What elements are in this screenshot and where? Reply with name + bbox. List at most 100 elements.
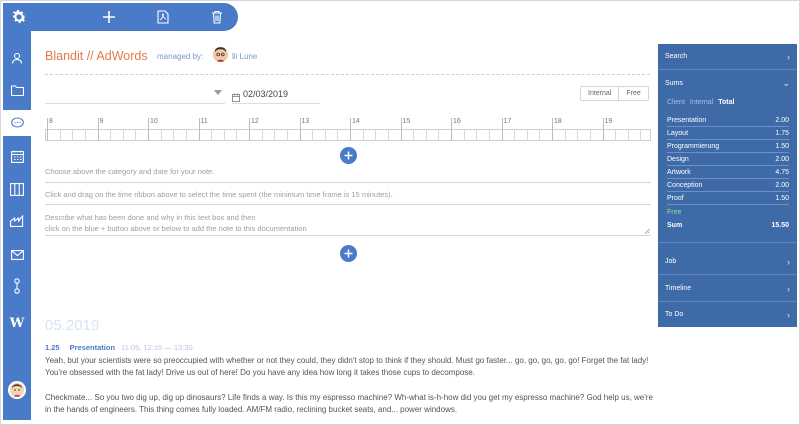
quarter-tick[interactable] [160,129,162,141]
header-divider [45,74,650,75]
todo-section[interactable]: To Do › [658,302,797,328]
entry-hours: 1.25 [45,343,60,352]
folder-icon[interactable] [3,77,31,103]
hour-label: 10 [150,118,158,125]
quarter-tick[interactable] [84,129,86,141]
hour-tick [97,118,99,141]
quarter-tick[interactable] [375,129,377,141]
hour-tick [299,118,301,141]
manager-avatar[interactable] [213,47,228,62]
filter-client[interactable]: Client [667,99,685,106]
quarter-tick[interactable] [589,129,591,141]
add-icon[interactable] [95,3,123,31]
internal-option[interactable]: Internal [581,87,618,100]
time-ribbon[interactable]: 8 9 10 11 12 13 14 15 16 17 18 19 [45,118,651,141]
resize-handle-icon[interactable] [644,228,650,234]
quarter-tick[interactable] [577,129,579,141]
quarter-tick[interactable] [72,129,74,141]
hour-tick [451,118,452,141]
sum-row-value: 2.00 [775,156,789,163]
filter-total[interactable]: Total [718,99,734,106]
quarter-tick[interactable] [413,129,415,141]
quarter-tick[interactable] [514,129,516,141]
description-placeholder-2[interactable]: click on the blue + button above or belo… [45,224,307,233]
entry-category: Presentation [69,343,116,352]
sum-row-total: Sum 15.50 [667,220,789,232]
manager-name[interactable]: lli Lune [232,52,257,61]
quarter-tick[interactable] [135,129,137,141]
hour-tick [198,118,200,141]
factory-icon[interactable] [3,208,31,234]
free-option[interactable]: Free [618,87,647,100]
pdf-icon[interactable] [149,3,177,31]
sum-row: Proof 1.50 [667,193,789,205]
hour-tick [47,118,48,141]
hour-tick [249,118,250,141]
quarter-tick[interactable] [387,129,389,141]
quarter-tick[interactable] [425,129,427,141]
sum-row-name: Artwork [667,169,691,176]
category-select[interactable] [45,103,225,104]
quarter-tick[interactable] [261,129,263,141]
quarter-tick[interactable] [438,129,440,141]
quarter-tick[interactable] [185,129,187,141]
quarter-tick[interactable] [110,129,112,141]
quarter-tick[interactable] [615,129,617,141]
calendar-icon[interactable] [3,143,31,169]
quarter-tick[interactable] [463,129,465,141]
job-section[interactable]: Job › [658,249,797,275]
sums-section: Sums ⌄ Client Internal Total Presentation 2… [658,71,797,243]
wiki-icon[interactable]: W [3,310,31,336]
user-icon[interactable] [3,45,31,71]
add-note-button-bottom[interactable] [340,245,357,262]
timeline-section[interactable]: Timeline › [658,276,797,302]
sum-row: Programmierung 1.50 [667,141,789,153]
sums-label[interactable]: Sums [665,80,683,87]
quarter-tick[interactable] [59,129,61,141]
quarter-tick[interactable] [286,129,288,141]
quarter-tick[interactable] [211,129,213,141]
quarter-tick[interactable] [488,129,490,141]
quarter-tick[interactable] [564,129,566,141]
quarter-tick[interactable] [173,129,175,141]
date-underline [232,103,320,104]
visibility-toggle: Internal Free [580,86,649,101]
entry-time: 11.05, 12:15 — 13:30 [121,343,193,352]
quarter-tick[interactable] [476,129,478,141]
hint-category: Choose above the category and date for y… [45,167,215,176]
hint-divider [45,204,651,205]
settings-icon[interactable] [5,3,33,31]
trash-icon[interactable] [203,3,231,31]
hour-label: 8 [49,118,53,125]
hour-tick [552,118,553,141]
sum-row: Conception 2.00 [667,180,789,192]
columns-icon[interactable] [3,176,31,202]
description-placeholder-1[interactable]: Describe what has been done and why in t… [45,213,256,222]
chat-icon[interactable] [3,110,31,136]
sum-row-name: Presentation [667,117,707,124]
quarter-tick[interactable] [236,129,238,141]
search-section[interactable]: Search › [658,44,797,70]
avatar[interactable] [8,381,26,399]
chevron-down-icon[interactable]: ⌄ [782,78,790,89]
todo-label: To Do [665,311,684,318]
quarter-tick[interactable] [526,129,528,141]
mail-icon[interactable] [3,242,31,268]
filter-internal[interactable]: Internal [690,99,713,106]
add-note-button-top[interactable] [340,147,357,164]
date-input[interactable]: 02/03/2019 [243,89,288,99]
quarter-tick[interactable] [337,129,339,141]
quarter-tick[interactable] [324,129,326,141]
quarter-tick[interactable] [640,129,642,141]
quarter-tick[interactable] [223,129,225,141]
quarter-tick[interactable] [122,129,124,141]
quarter-tick[interactable] [312,129,314,141]
chevron-down-icon[interactable] [214,90,222,95]
entry-text-2: Checkmate... So you two dig up, dig up d… [45,393,653,414]
quarter-tick[interactable] [627,129,629,141]
hour-label: 18 [554,118,562,125]
workflow-icon[interactable] [3,273,31,299]
quarter-tick[interactable] [274,129,276,141]
quarter-tick[interactable] [362,129,364,141]
quarter-tick[interactable] [539,129,541,141]
